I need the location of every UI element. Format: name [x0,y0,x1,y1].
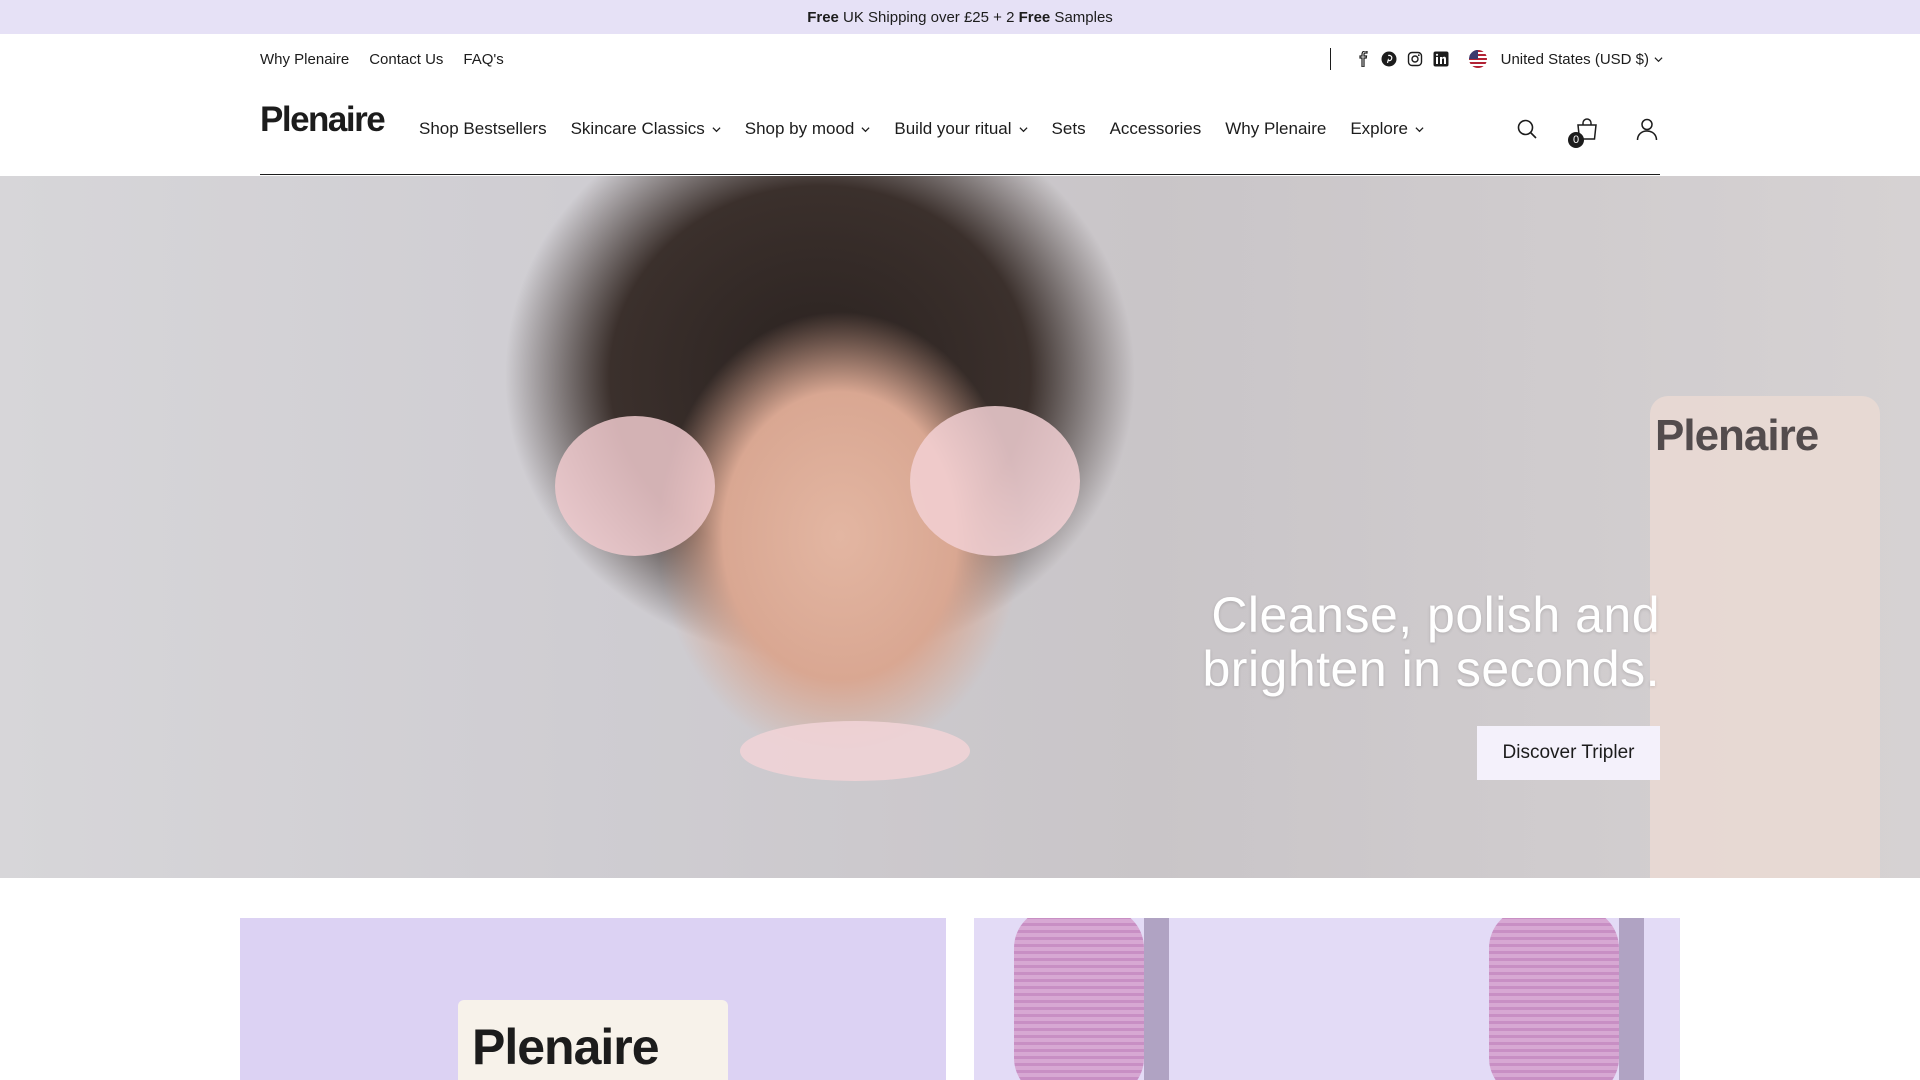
menu-item-shop-bestsellers[interactable]: Shop Bestsellers [419,119,547,139]
hero-image-detail [740,721,970,781]
divider [1329,48,1331,70]
chevron-down-icon [861,126,870,132]
menu-item-build-your-ritual[interactable]: Build your ritual [894,119,1028,139]
promo-card-right[interactable] [974,918,1680,1080]
cart-count-badge: 0 [1568,132,1584,148]
announcement-text: Free UK Shipping over £25 + 2 Free Sampl… [807,8,1113,26]
promo-card-left[interactable]: Plenaire [240,918,946,1080]
utility-links: Why Plenaire Contact Us FAQ's [260,34,504,84]
main-header: Plenaire Shop Bestsellers Skincare Class… [260,84,1660,175]
menu-item-explore[interactable]: Explore [1350,119,1424,139]
discover-tripler-button[interactable]: Discover Tripler [1477,726,1660,780]
menu-item-accessories[interactable]: Accessories [1110,119,1202,139]
instagram-icon[interactable] [1407,51,1423,67]
announcement-bar: Free UK Shipping over £25 + 2 Free Sampl… [0,0,1920,34]
account-icon[interactable] [1634,116,1660,142]
header-actions: 0 [1514,84,1660,174]
headband-strap [1014,918,1144,1080]
chevron-down-icon [1019,126,1028,132]
utility-bar: Why Plenaire Contact Us FAQ's United Sta… [0,34,1920,84]
currency-selector[interactable]: United States (USD $) [1501,51,1663,68]
linkedin-icon[interactable] [1433,51,1449,67]
hero-image-detail [910,406,1080,556]
us-flag-icon [1468,50,1487,68]
hero-product-logo: Plenaire [1655,411,1819,460]
pinterest-icon[interactable] [1381,51,1397,67]
strap-shadow [1619,918,1644,1080]
facebook-icon[interactable] [1355,51,1371,67]
utility-right: United States (USD $) [1329,34,1663,84]
chevron-down-icon [1415,126,1424,132]
chevron-down-icon [1654,56,1663,62]
headband-strap [1489,918,1619,1080]
utility-link-why-plenaire[interactable]: Why Plenaire [260,51,349,68]
search-icon[interactable] [1514,116,1540,142]
hero-image-detail [555,416,715,556]
menu-item-shop-by-mood[interactable]: Shop by mood [745,119,871,139]
hero-banner: Plenaire Cleanse, polish and brighten in… [0,176,1920,878]
strap-shadow [1144,918,1169,1080]
utility-link-faqs[interactable]: FAQ's [463,51,503,68]
cart-button[interactable]: 0 [1568,116,1600,148]
menu-item-skincare-classics[interactable]: Skincare Classics [571,119,721,139]
site-logo[interactable]: Plenaire [260,100,386,140]
menu-item-why-plenaire[interactable]: Why Plenaire [1225,119,1326,139]
utility-link-contact-us[interactable]: Contact Us [369,51,443,68]
hero-product-tube [1650,396,1880,878]
product-logo: Plenaire [472,1019,660,1075]
hero-headline: Cleanse, polish and brighten in seconds. [1202,587,1660,697]
main-menu: Shop Bestsellers Skincare Classics Shop … [419,84,1424,174]
menu-item-sets[interactable]: Sets [1052,119,1086,139]
chevron-down-icon [712,126,721,132]
promo-cards: Plenaire [240,918,1680,1080]
